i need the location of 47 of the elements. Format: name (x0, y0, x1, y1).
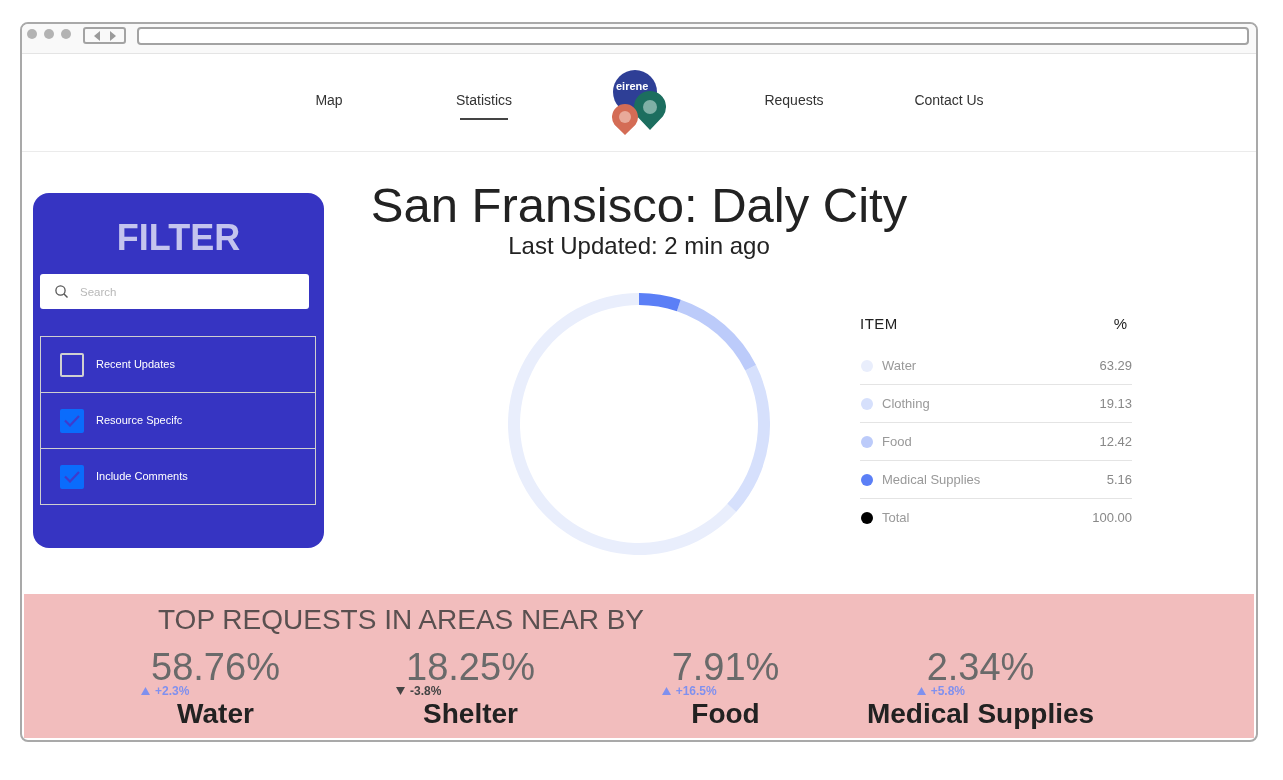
checkbox-label: Recent Updates (96, 357, 175, 373)
last-updated-text: Last Updated: 2 min ago (508, 232, 770, 260)
checkmark-icon (64, 470, 80, 483)
percent-value: 100.00 (1092, 508, 1132, 527)
item-label: Medical Supplies (882, 470, 981, 489)
nav-link[interactable]: Map (315, 92, 343, 109)
back-icon[interactable] (93, 30, 100, 41)
nav-link[interactable]: Statistics (456, 92, 512, 120)
logo[interactable] (611, 70, 667, 136)
change-value: -3.8% (410, 684, 442, 698)
change-value: +2.3% (155, 684, 190, 698)
checkbox[interactable] (60, 408, 84, 433)
forward-icon[interactable] (109, 30, 116, 41)
request-name: Water (177, 698, 254, 730)
section-title: TOP REQUESTS IN AREAS NEAR BY (157, 603, 645, 636)
filter-title: FILTER (115, 218, 242, 258)
checkbox[interactable] (60, 352, 84, 377)
request-percentage: 2.34% (926, 651, 1035, 683)
nav-link[interactable]: Contact Us (914, 92, 984, 109)
location-title: San Fransisco: Daly City (370, 178, 908, 232)
request-percentage: 18.25% (406, 651, 535, 683)
logo-text: eirene (616, 80, 649, 92)
request-percentage: 7.91% (671, 651, 780, 683)
request-name: Food (691, 698, 760, 730)
checkbox-label: Resource Specifc (96, 413, 183, 429)
percent-value: 19.13 (1099, 394, 1132, 413)
search-icon (55, 285, 68, 298)
item-label: Total (882, 508, 910, 527)
change-value: +16.5% (675, 684, 717, 698)
checkbox[interactable] (60, 464, 84, 489)
percent-value: 5.16 (1106, 470, 1132, 489)
checkmark-icon (64, 414, 80, 427)
column-header: % (1113, 313, 1127, 334)
item-label: Clothing (882, 394, 930, 413)
percent-value: 63.29 (1099, 356, 1132, 375)
nav-link[interactable]: Requests (764, 92, 824, 109)
change-value: +5.8% (930, 684, 965, 698)
percent-value: 12.42 (1099, 432, 1132, 451)
request-name: Medical Supplies (866, 698, 1095, 730)
address-bar[interactable] (137, 27, 1249, 45)
request-percentage: 58.76% (151, 651, 280, 683)
checkbox-label: Include Comments (96, 469, 188, 485)
request-name: Shelter (423, 698, 518, 730)
search-field[interactable]: Search (40, 274, 309, 309)
item-label: Food (882, 432, 912, 451)
item-label: Water (882, 356, 917, 375)
column-header: ITEM (860, 313, 898, 334)
